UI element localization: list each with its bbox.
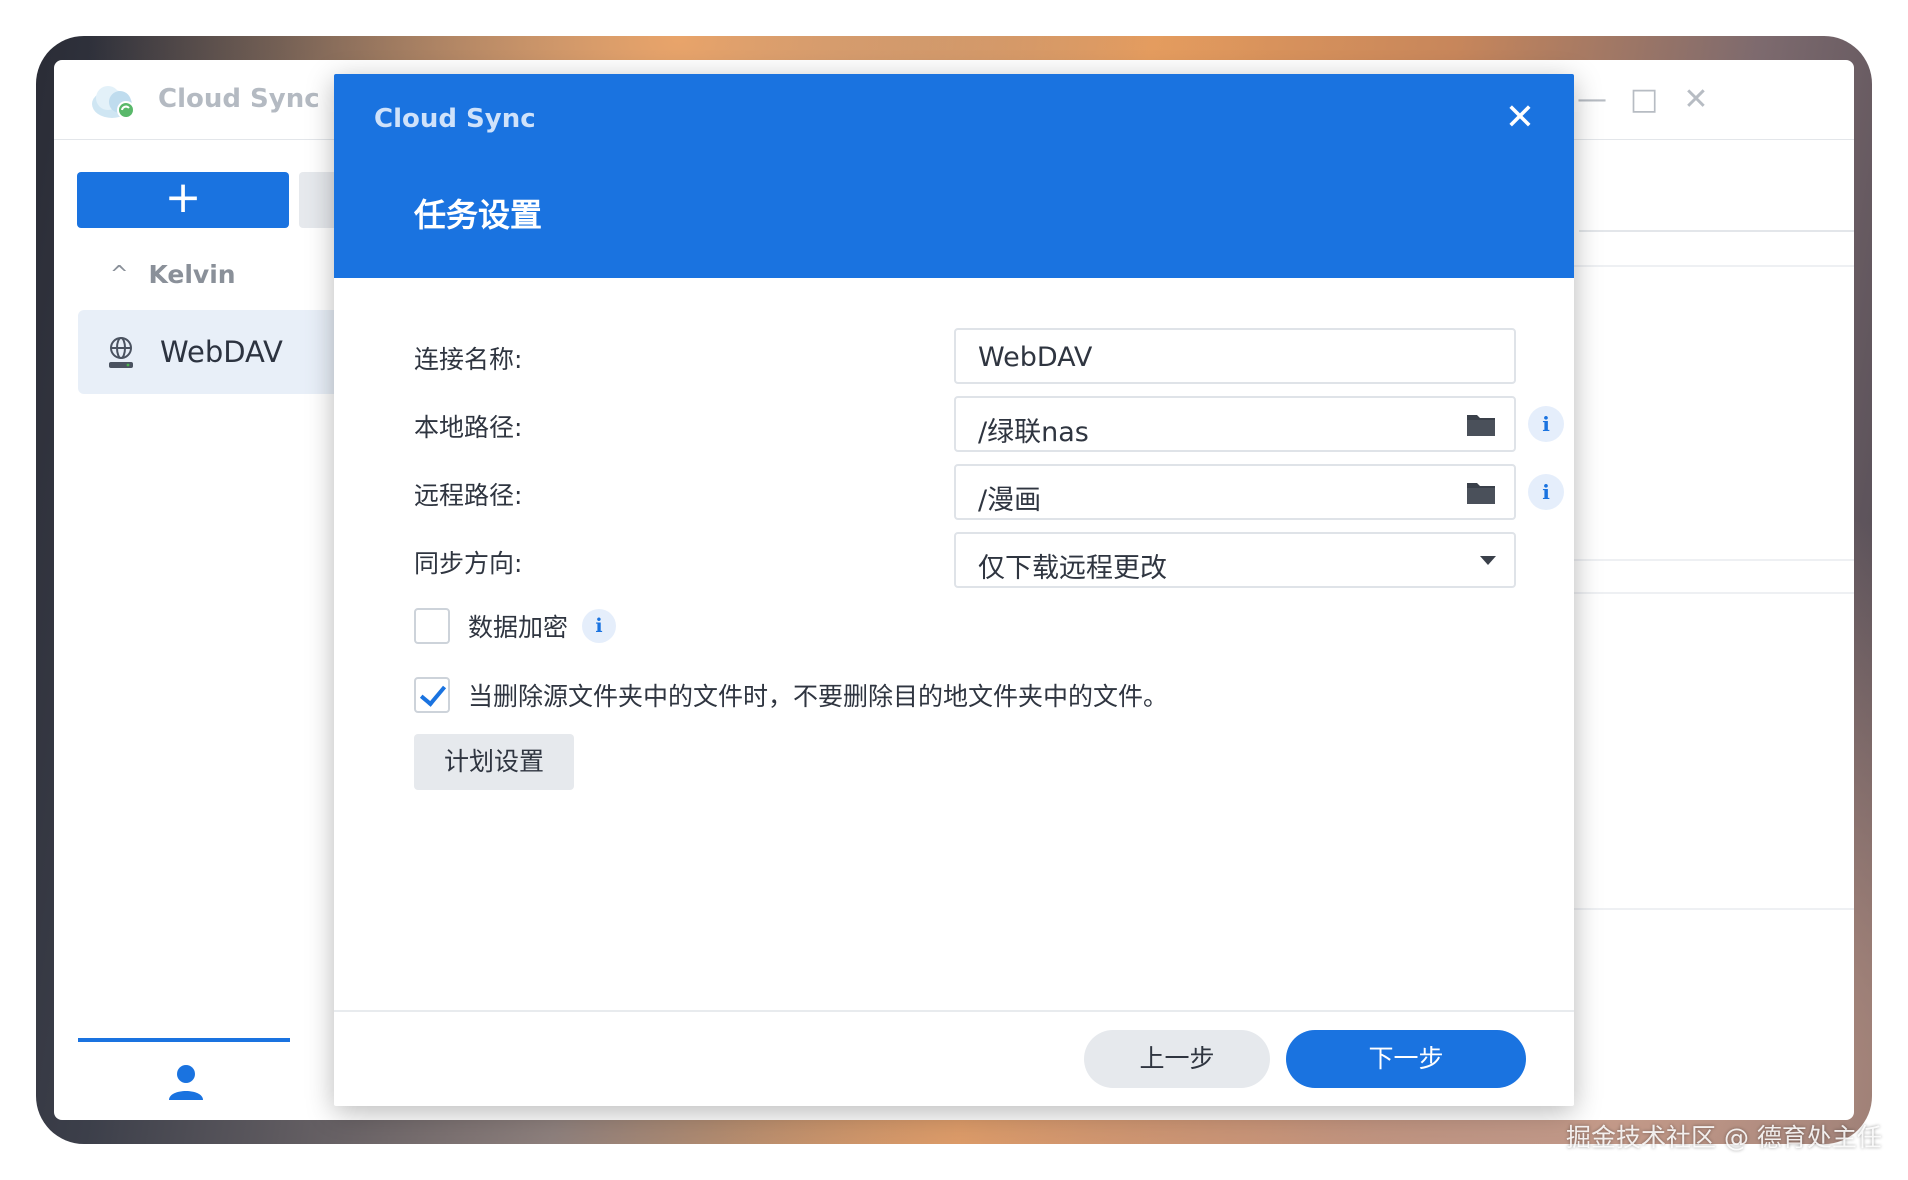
watermark-text: 掘金技术社区 @ 德育处主任 [1566,1123,1882,1152]
app-title: Cloud Sync [158,84,320,114]
sync-direction-label: 同步方向: [414,549,523,578]
remote-path-value: /漫画 [978,485,1042,516]
sidebar: + ^ Kelvin WebDAV [54,140,340,1120]
local-path-value: /绿联nas [978,417,1089,448]
content-card [1559,592,1854,910]
chevron-down-icon [1480,556,1496,565]
sync-direction-select[interactable]: 仅下载远程更改 [954,532,1516,588]
form-row-connection-name: 连接名称: WebDAV [414,328,1516,384]
connection-name-value: WebDAV [978,342,1093,373]
remote-path-field[interactable]: /漫画 [954,464,1516,520]
content-card [1559,265,1854,561]
sidebar-item-webdav[interactable]: WebDAV [78,310,340,394]
dialog-app-name: Cloud Sync [374,104,536,134]
form-row-sync-direction: 同步方向: 仅下载远程更改 [414,532,1516,588]
task-settings-dialog: Cloud Sync ✕ 任务设置 连接名称: WebDAV 本地路径: /绿联… [334,74,1574,1106]
window-close-icon[interactable]: ✕ [1678,82,1714,118]
chevron-up-icon: ^ [110,262,129,287]
no-delete-label: 当删除源文件夹中的文件时，不要删除目的地文件夹中的文件。 [468,682,1169,711]
local-path-label: 本地路径: [414,413,523,442]
content-divider [1579,230,1854,232]
schedule-settings-button[interactable]: 计划设置 [414,734,574,790]
form-row-local-path: 本地路径: /绿联nas i [414,396,1564,452]
sync-direction-value: 仅下载远程更改 [978,553,1167,584]
minimize-icon[interactable]: — [1574,82,1610,118]
sidebar-item-label: WebDAV [160,335,283,369]
webdav-server-icon [109,337,133,368]
encrypt-option: 数据加密 i [414,608,617,644]
connection-name-label: 连接名称: [414,345,523,374]
no-delete-checkbox[interactable] [414,677,450,713]
remote-path-info-icon[interactable]: i [1528,474,1564,510]
local-path-info-icon[interactable]: i [1528,406,1564,442]
toolbar-secondary-button[interactable] [299,172,339,228]
previous-step-button[interactable]: 上一步 [1084,1030,1270,1088]
cloud-sync-logo-icon [92,86,135,119]
encrypt-checkbox[interactable] [414,608,450,644]
connection-name-field[interactable]: WebDAV [954,328,1516,384]
form-row-remote-path: 远程路径: /漫画 i [414,464,1564,520]
encrypt-label: 数据加密 [468,613,569,642]
sidebar-tab-indicator [78,1038,290,1042]
dialog-header: Cloud Sync ✕ 任务设置 [334,74,1574,278]
next-step-button[interactable]: 下一步 [1286,1030,1526,1088]
no-delete-option: 当删除源文件夹中的文件时，不要删除目的地文件夹中的文件。 [414,677,1168,713]
maximize-icon[interactable]: □ [1626,82,1662,118]
remote-path-label: 远程路径: [414,481,523,510]
local-path-field[interactable]: /绿联nas [954,396,1516,452]
dialog-footer-divider [334,1010,1574,1012]
sidebar-group-label: Kelvin [148,260,236,289]
sidebar-group-kelvin[interactable]: ^ Kelvin [110,260,236,289]
dialog-close-icon[interactable]: ✕ [1500,98,1540,138]
encrypt-info-icon[interactable]: i [582,609,617,643]
folder-icon[interactable] [1466,479,1496,505]
dialog-title: 任务设置 [414,196,543,234]
user-icon[interactable] [166,1062,206,1102]
add-connection-button[interactable]: + [77,172,289,228]
folder-icon[interactable] [1466,411,1496,437]
